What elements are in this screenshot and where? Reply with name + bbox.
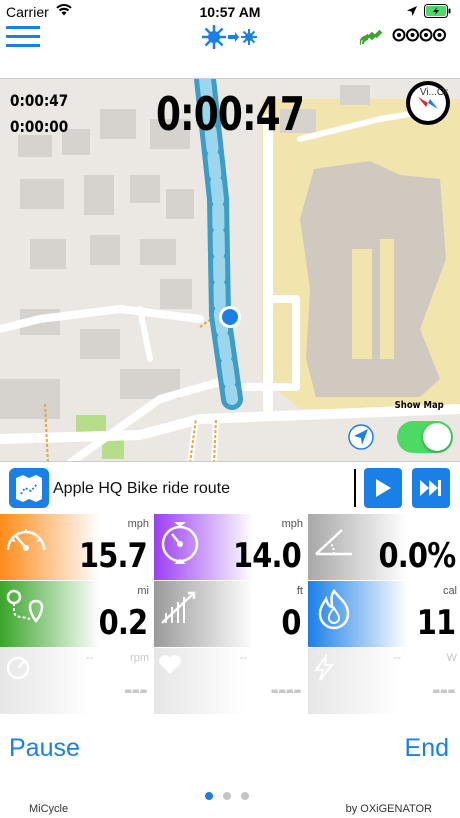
app-name: MiCycle: [29, 803, 69, 815]
speed-value: 15.7: [79, 536, 148, 576]
cadence-tile[interactable]: -- rpm ---: [0, 648, 153, 714]
elevation-icon: [161, 591, 196, 624]
hamburger-menu-icon[interactable]: [6, 24, 40, 50]
page-indicator[interactable]: [205, 792, 249, 800]
cadence-icon: [6, 656, 30, 680]
calories-value: 11: [416, 603, 455, 643]
power-top-value: --: [393, 652, 401, 664]
route-divider: [354, 469, 356, 507]
cadence-top-value: --: [85, 652, 93, 664]
elevation-value: 0: [281, 603, 302, 643]
toggle-knob: [423, 423, 451, 451]
show-map-toggle[interactable]: [397, 421, 453, 453]
cadence-unit: rpm: [130, 652, 149, 664]
route-bar: Apple HQ Bike ride route: [0, 464, 460, 512]
heart-rate-tile[interactable]: -- ----: [154, 648, 307, 714]
avg-speed-value: 14.0: [233, 536, 302, 576]
fast-forward-icon: [420, 480, 441, 496]
paused-time-readout: 0:00:00: [10, 117, 69, 136]
page-dot-2[interactable]: [223, 792, 231, 800]
avg-speedometer-icon: [161, 522, 199, 564]
power-tile[interactable]: -- W ---: [308, 648, 460, 714]
distance-route-icon: [6, 589, 44, 624]
grade-value: 0.0%: [378, 536, 456, 576]
brand-credit: by OXiGENATOR: [345, 803, 432, 815]
calories-unit: cal: [442, 585, 457, 597]
nav-bar: [0, 24, 460, 72]
calories-tile[interactable]: cal 11: [308, 581, 460, 647]
route-map-icon[interactable]: [9, 468, 49, 508]
status-time: 10:57 AM: [199, 4, 261, 20]
page-dot-1[interactable]: [205, 792, 213, 800]
status-bar: Carrier 10:57 AM: [0, 0, 460, 24]
page-dot-3[interactable]: [241, 792, 249, 800]
battery-icon: [424, 4, 451, 18]
route-name[interactable]: Apple HQ Bike ride route: [53, 480, 230, 498]
recenter-location-icon[interactable]: [348, 424, 374, 450]
heart-rate-top-value: --: [239, 652, 247, 664]
signal-strength-icon: [392, 28, 446, 42]
route-map[interactable]: 0:00:47 0:00:47 0:00:00 Vi...Or Show Map: [0, 78, 460, 462]
speed-unit: mph: [127, 518, 149, 530]
avg-speed-unit: mph: [281, 518, 303, 530]
end-button[interactable]: End: [405, 734, 449, 763]
flame-icon: [318, 588, 350, 630]
cadence-value: ---: [124, 676, 148, 704]
power-value: ---: [432, 676, 456, 704]
avg-speed-tile[interactable]: mph 14.0: [154, 514, 307, 580]
location-arrow-icon: [407, 6, 417, 16]
distance-tile[interactable]: mi 0.2: [0, 581, 153, 647]
play-icon: [376, 479, 391, 497]
speed-tile[interactable]: mph 15.7: [0, 514, 153, 580]
power-unit: W: [446, 652, 457, 664]
sensor-connection-icon[interactable]: [201, 24, 261, 50]
heart-icon: [159, 655, 181, 674]
show-map-label: Show Map: [394, 400, 444, 411]
elevation-tile[interactable]: ft 0: [154, 581, 307, 647]
skip-route-button[interactable]: [412, 468, 450, 508]
play-route-button[interactable]: [364, 468, 402, 508]
elapsed-timer-display: 0:00:47: [155, 87, 305, 141]
speedometer-icon: [6, 529, 46, 551]
elapsed-time-readout: 0:00:47: [10, 91, 69, 110]
distance-unit: mi: [137, 585, 149, 597]
gps-satellite-icon[interactable]: [360, 24, 384, 48]
grade-angle-icon: [315, 529, 352, 556]
pause-button[interactable]: Pause: [9, 734, 80, 763]
heart-rate-value: ----: [270, 676, 302, 704]
grade-tile[interactable]: 0.0%: [308, 514, 460, 580]
distance-value: 0.2: [98, 603, 148, 643]
lightning-icon: [314, 654, 335, 681]
map-corner-label: Vi...Or: [419, 87, 448, 98]
elevation-unit: ft: [296, 585, 303, 597]
